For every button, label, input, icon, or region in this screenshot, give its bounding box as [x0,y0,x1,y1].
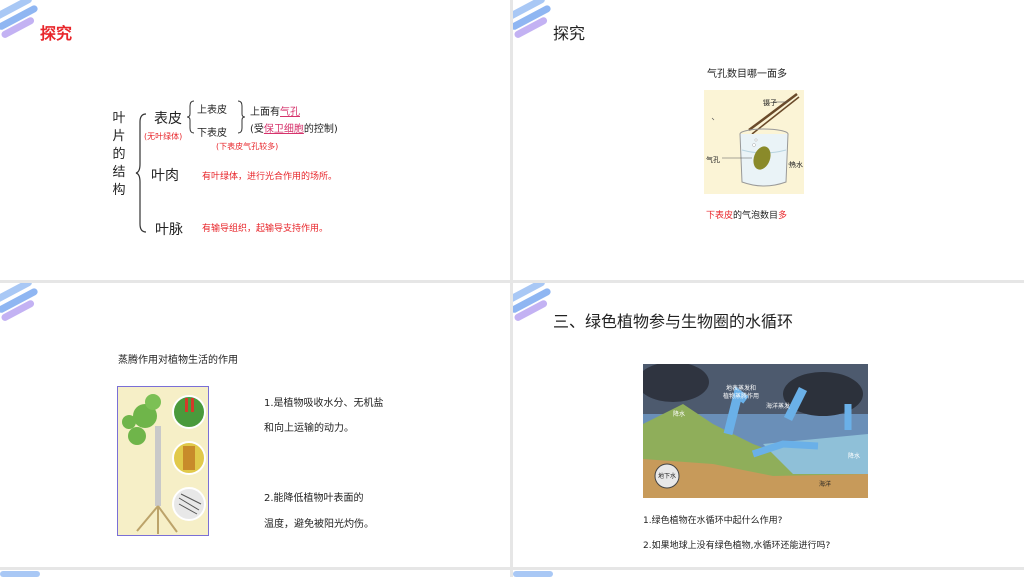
guard-cell-line: (受保卫细胞的控制) [250,124,338,135]
lower-epidermis: 下表皮 [197,128,227,139]
slide-next-partial[interactable] [513,570,1024,577]
water-cycle-label-6: 地下水 [658,473,677,480]
slide-water-cycle[interactable]: 三、绿色植物参与生物圈的水循环 地表蒸发和 植物蒸腾作用 海洋蒸发 降水 降水 … [513,283,1024,567]
mesophyll-desc: 有叶绿体，进行光合作用的场所。 [202,172,338,182]
slide-stomata-experiment[interactable]: 探究 气孔数目哪一面多 镊子 气孔 热水 下表皮的气泡数目多 [513,0,1024,280]
corner-decoration-icon [0,571,40,577]
question-1: 1.绿色植物在水循环中起什么作用? [643,516,783,526]
water-cycle-label-4: 降水 [673,411,686,418]
epidermis-label: 表皮 [154,111,182,127]
stomata-img-label: 气孔 [706,156,720,164]
beaker-experiment-image [704,90,804,194]
water-cycle-label-3: 海洋蒸发 [766,403,791,410]
experiment-answer: 下表皮的气泡数目多 [706,211,788,221]
water-cycle-label-2: 植物蒸腾作用 [723,393,760,400]
slide-title: 探究 [40,24,73,43]
vein-desc: 有输导组织，起输导支持作用。 [202,224,329,234]
vertical-label: 叶 片 的 结 构 [112,111,126,198]
plant-transpiration-image [117,386,209,536]
corner-decoration-icon [513,571,553,577]
water-cycle-label-5: 降水 [848,453,861,460]
upper-epidermis: 上表皮 [197,105,227,116]
stomata-line: 上面有气孔 [250,107,300,118]
slide-title: 探究 [553,24,586,43]
stomata-brace-icon [237,100,246,134]
slide-transpiration[interactable]: 蒸腾作用对植物生活的作用 1.是植物吸收水分、无机盐 和向上运输的动力。 2.能… [0,283,510,567]
lower-more-stomata-note: (下表皮气孔较多) [216,142,279,151]
epidermis-brace-icon [186,100,195,134]
slide-next-partial[interactable] [0,570,510,577]
no-chloroplast-note: (无叶绿体) [144,132,183,141]
mesophyll-label: 叶肉 [151,168,179,184]
point1-line1: 1.是植物吸收水分、无机盐 [264,398,384,409]
hot-water-label: 热水 [789,161,803,169]
tweezers-label: 镊子 [763,99,777,107]
corner-decoration-icon [0,283,38,321]
vein-label: 叶脉 [155,222,183,238]
slide-title: 三、绿色植物参与生物圈的水循环 [553,312,794,331]
point2-line2: 温度，避免被阳光灼伤。 [264,519,374,530]
water-cycle-label-7: 海洋 [819,481,832,488]
slide-leaf-structure[interactable]: 探究 叶 片 的 结 构 表皮 (无叶绿体) 上表皮 下表皮 上面有气孔 (受保… [0,0,510,280]
stomata-link[interactable]: 气孔 [280,107,300,118]
section-heading: 蒸腾作用对植物生活的作用 [118,355,238,366]
guard-cells-link[interactable]: 保卫细胞 [264,124,304,135]
point1-line2: 和向上运输的动力。 [264,423,354,434]
point2-line1: 2.能降低植物叶表面的 [264,493,364,504]
question-2: 2.如果地球上没有绿色植物,水循环还能进行吗? [643,541,831,551]
experiment-question: 气孔数目哪一面多 [707,69,787,80]
